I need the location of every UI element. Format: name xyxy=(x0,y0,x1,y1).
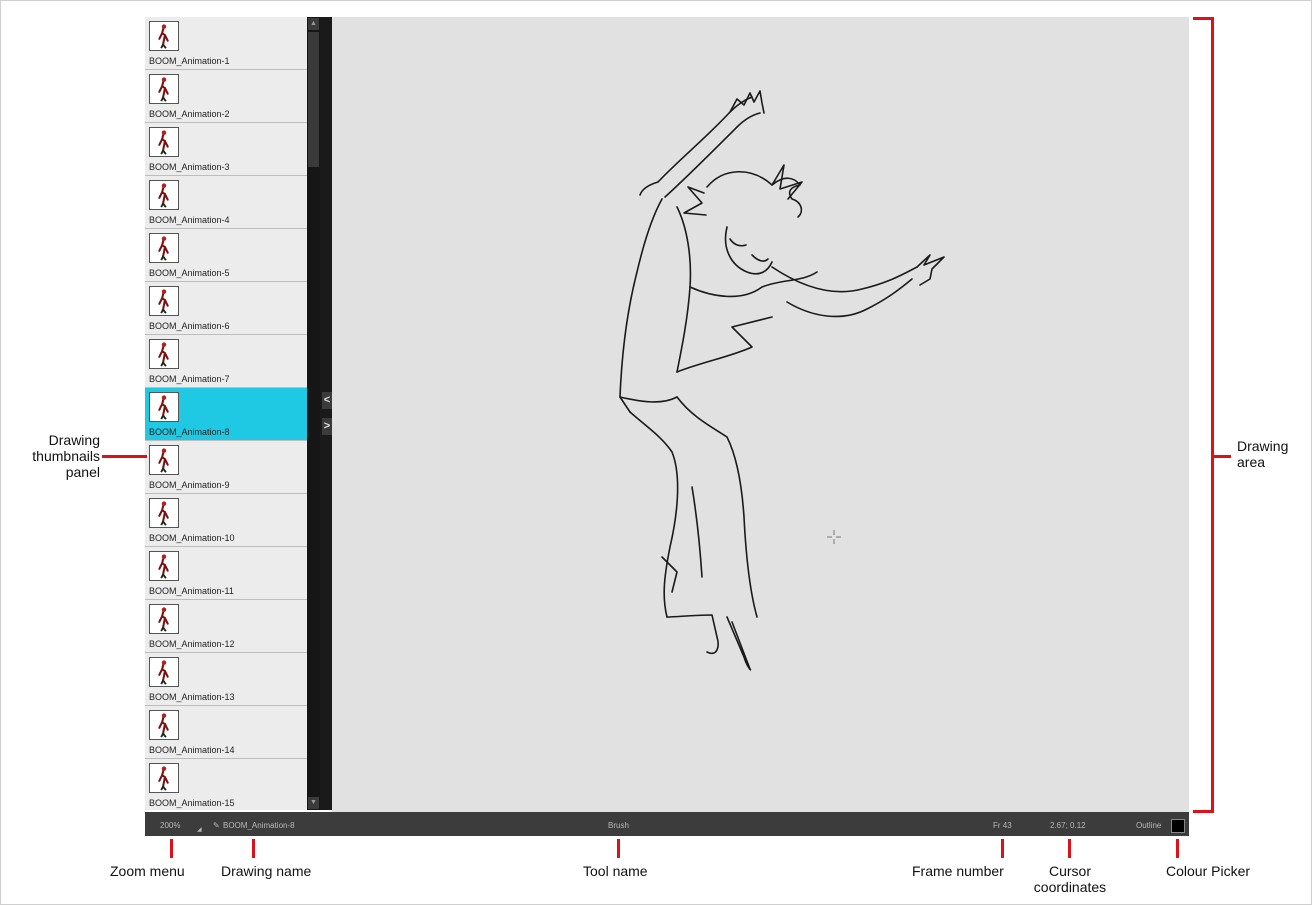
thumbnail-label: BOOM_Animation-6 xyxy=(149,321,230,331)
thumbnail-label: BOOM_Animation-2 xyxy=(149,109,230,119)
thumbnail-item[interactable]: BOOM_Animation-15 xyxy=(145,759,307,810)
thumbnail-image xyxy=(149,180,179,210)
thumbnail-image xyxy=(149,392,179,422)
thumbnail-label: BOOM_Animation-7 xyxy=(149,374,230,384)
thumbnail-image xyxy=(149,657,179,687)
thumbnail-item-selected[interactable]: BOOM_Animation-8 xyxy=(145,388,307,441)
callout-line: panel xyxy=(65,464,100,480)
colour-picker[interactable] xyxy=(1171,819,1185,833)
thumbnail-item[interactable]: BOOM_Animation-9 xyxy=(145,441,307,494)
callout-leader xyxy=(252,839,255,858)
zoom-dropdown-icon[interactable]: ◢ xyxy=(197,826,202,833)
callout-leader xyxy=(1001,839,1004,858)
thumbnail-item[interactable]: BOOM_Animation-1 xyxy=(145,17,307,70)
drawing-name-icon: ✎ xyxy=(213,821,220,830)
thumbnail-item[interactable]: BOOM_Animation-10 xyxy=(145,494,307,547)
panel-divider xyxy=(320,17,332,810)
tool-name: Brush xyxy=(608,821,629,830)
thumbnail-label: BOOM_Animation-12 xyxy=(149,639,235,649)
bracket-vertical xyxy=(1211,17,1214,813)
thumbnail-label: BOOM_Animation-8 xyxy=(149,427,230,437)
callout-line: Cursor xyxy=(1048,863,1091,879)
thumbnail-image xyxy=(149,21,179,51)
thumbnail-item[interactable]: BOOM_Animation-14 xyxy=(145,706,307,759)
drawing-area[interactable] xyxy=(332,17,1189,812)
callout-drawing-name: Drawing name xyxy=(221,863,312,879)
character-drawing xyxy=(619,90,945,671)
callout-leader xyxy=(1213,455,1231,458)
thumbnail-item[interactable]: BOOM_Animation-3 xyxy=(145,123,307,176)
thumbnail-label: BOOM_Animation-14 xyxy=(149,745,235,755)
thumbnail-image xyxy=(149,127,179,157)
callout-line: area xyxy=(1237,454,1266,470)
thumbnail-item[interactable]: BOOM_Animation-11 xyxy=(145,547,307,600)
callout-frame-number: Frame number xyxy=(912,863,1004,879)
callout-cursor-coordinates: Cursor coordinates xyxy=(1030,863,1110,895)
thumbnail-image xyxy=(149,763,179,793)
thumbnail-item[interactable]: BOOM_Animation-5 xyxy=(145,229,307,282)
callout-line: coordinates xyxy=(1033,879,1107,895)
thumbnail-item[interactable]: BOOM_Animation-6 xyxy=(145,282,307,335)
callout-leader xyxy=(1068,839,1071,858)
status-bar: 200% ◢ ✎ BOOM_Animation-8 Brush Fr 43 2.… xyxy=(145,812,1189,836)
thumbnail-image xyxy=(149,339,179,369)
thumbnail-item[interactable]: BOOM_Animation-13 xyxy=(145,653,307,706)
thumbnail-item[interactable]: BOOM_Animation-7 xyxy=(145,335,307,388)
frame-number: Fr 43 xyxy=(993,821,1012,830)
thumbnail-item[interactable]: BOOM_Animation-12 xyxy=(145,600,307,653)
thumbnail-label: BOOM_Animation-3 xyxy=(149,162,230,172)
chevron-left-icon[interactable]: < xyxy=(322,392,332,409)
bracket-top xyxy=(1193,17,1213,20)
cursor-coordinates: 2.67; 0.12 xyxy=(1050,821,1086,830)
callout-colour-picker: Colour Picker xyxy=(1166,863,1251,879)
scroll-up-icon[interactable]: ▲ xyxy=(308,18,319,30)
scrollbar-handle[interactable] xyxy=(308,32,319,167)
scroll-down-icon[interactable]: ▼ xyxy=(308,797,319,809)
drawing-name: BOOM_Animation-8 xyxy=(223,821,295,830)
thumbnail-label: BOOM_Animation-10 xyxy=(149,533,235,543)
zoom-menu[interactable]: 200% xyxy=(160,821,180,830)
callout-leader xyxy=(170,839,173,858)
thumbnail-image xyxy=(149,710,179,740)
thumbnail-label: BOOM_Animation-13 xyxy=(149,692,235,702)
thumbnail-image xyxy=(149,233,179,263)
thumbnail-image xyxy=(149,74,179,104)
crosshair-cursor-icon xyxy=(827,530,841,544)
thumbnail-label: BOOM_Animation-15 xyxy=(149,798,235,808)
thumbnail-item[interactable]: BOOM_Animation-4 xyxy=(145,176,307,229)
callout-tool-name: Tool name xyxy=(583,863,648,879)
callout-leader xyxy=(102,455,147,458)
callout-leader xyxy=(1176,839,1179,858)
chevron-right-icon[interactable]: > xyxy=(322,418,332,435)
bracket-bottom xyxy=(1193,810,1213,813)
thumbnail-label: BOOM_Animation-11 xyxy=(149,586,234,596)
thumbnail-label: BOOM_Animation-1 xyxy=(149,56,230,66)
callout-thumbnails-panel: Drawing thumbnails panel xyxy=(30,432,100,480)
thumbnail-label: BOOM_Animation-4 xyxy=(149,215,230,225)
thumbnail-label: BOOM_Animation-5 xyxy=(149,268,230,278)
thumbnail-image xyxy=(149,445,179,475)
callout-leader xyxy=(617,839,620,858)
thumbnail-item[interactable]: BOOM_Animation-2 xyxy=(145,70,307,123)
view-mode-label: Outline xyxy=(1136,821,1162,830)
thumbnail-image xyxy=(149,286,179,316)
callout-drawing-area: Drawing area xyxy=(1237,438,1288,470)
callout-line: Drawing xyxy=(48,432,100,448)
callout-zoom-menu: Zoom menu xyxy=(110,863,185,879)
thumbnail-image xyxy=(149,551,179,581)
thumbnails-scrollbar[interactable]: ▲ ▼ xyxy=(307,17,320,810)
drawing-thumbnails-panel: BOOM_Animation-1 BOOM_Animation-2 BOOM_A… xyxy=(145,17,307,810)
thumbnail-label: BOOM_Animation-9 xyxy=(149,480,230,490)
callout-line: Drawing xyxy=(1237,438,1289,454)
thumbnail-image xyxy=(149,498,179,528)
callout-line: thumbnails xyxy=(32,448,100,464)
thumbnail-image xyxy=(149,604,179,634)
